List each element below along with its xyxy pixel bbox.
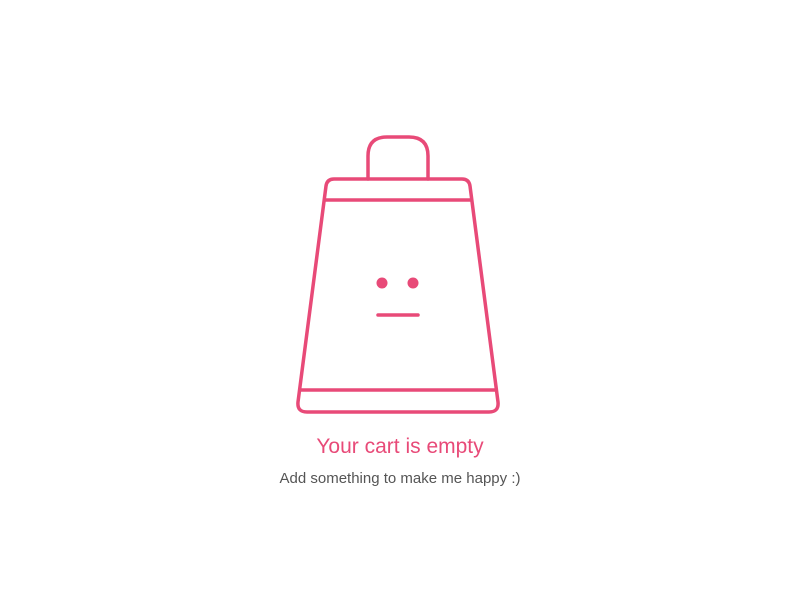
empty-cart-subtitle: Add something to make me happy :) <box>279 470 521 487</box>
empty-cart-page: Your cart is empty Add something to make… <box>0 0 800 600</box>
face-left-eye <box>376 277 388 289</box>
face-right-eye <box>407 277 419 289</box>
bag-body <box>296 177 500 414</box>
empty-cart-title: Your cart is empty <box>316 435 484 458</box>
bag-handle <box>366 135 430 181</box>
shopping-bag-icon <box>296 135 500 414</box>
